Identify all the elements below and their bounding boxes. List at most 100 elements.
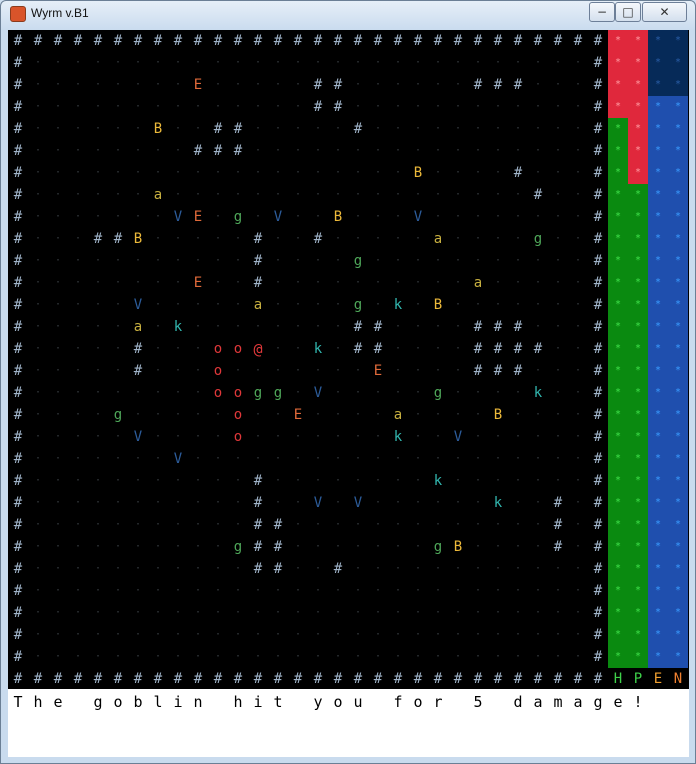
- floor-tile: ·: [554, 321, 562, 332]
- wall: #: [433, 671, 443, 687]
- floor-tile: ·: [294, 101, 302, 112]
- floor-tile: ·: [394, 629, 402, 640]
- floor-tile: ·: [434, 255, 442, 266]
- floor-tile: ·: [214, 233, 222, 244]
- floor-tile: ·: [274, 123, 282, 134]
- floor-tile: ·: [54, 189, 62, 200]
- snake-segment: o: [233, 385, 243, 401]
- message-char: b: [133, 693, 143, 711]
- floor-tile: ·: [574, 651, 582, 662]
- stat-bar-H-cell: *: [608, 338, 628, 360]
- wall: #: [593, 671, 603, 687]
- floor-tile: ·: [554, 585, 562, 596]
- floor-tile: ·: [514, 277, 522, 288]
- floor-tile: ·: [534, 409, 542, 420]
- stat-bar-H-cell: *: [608, 448, 628, 470]
- floor-tile: ·: [134, 651, 142, 662]
- floor-tile: ·: [154, 519, 162, 530]
- wall: #: [333, 33, 343, 49]
- floor-tile: ·: [74, 431, 82, 442]
- wall: #: [273, 539, 283, 555]
- floor-tile: ·: [574, 211, 582, 222]
- floor-tile: ·: [194, 453, 202, 464]
- floor-tile: ·: [454, 211, 462, 222]
- stat-bar-E-cell: *: [648, 272, 668, 294]
- floor-tile: ·: [34, 585, 42, 596]
- title-bar[interactable]: Wyrm v.B1 − □ ✕: [1, 1, 695, 27]
- floor-tile: ·: [474, 475, 482, 486]
- wall: #: [93, 33, 103, 49]
- floor-tile: ·: [234, 519, 242, 530]
- floor-tile: ·: [534, 585, 542, 596]
- floor-tile: ·: [514, 519, 522, 530]
- stat-bar-N-cell: *: [668, 294, 688, 316]
- floor-tile: ·: [214, 541, 222, 552]
- floor-tile: ·: [534, 211, 542, 222]
- floor-tile: ·: [554, 101, 562, 112]
- stat-bar-N-cell: *: [668, 514, 688, 536]
- game-viewport[interactable]: # # # # # # # # # # # # # # # # # # # # # # # # # # # # # # # · · · · · · · · ·…: [8, 30, 689, 689]
- stat-bar-E-cell: *: [648, 250, 668, 272]
- floor-tile: ·: [434, 189, 442, 200]
- monster-B: B: [333, 209, 343, 225]
- floor-tile: ·: [294, 519, 302, 530]
- floor-tile: ·: [474, 409, 482, 420]
- floor-tile: ·: [514, 585, 522, 596]
- stat-bar-H-cell: *: [608, 96, 628, 118]
- floor-tile: ·: [214, 629, 222, 640]
- floor-tile: ·: [194, 299, 202, 310]
- floor-tile: ·: [534, 255, 542, 266]
- wall: #: [333, 671, 343, 687]
- floor-tile: ·: [234, 365, 242, 376]
- floor-tile: ·: [154, 255, 162, 266]
- java-app-icon: [10, 6, 26, 22]
- message-char: [368, 691, 388, 713]
- floor-tile: ·: [394, 607, 402, 618]
- message-char: m: [553, 693, 563, 711]
- wall: #: [553, 517, 563, 533]
- stat-bar-H-cell: *: [608, 426, 628, 448]
- floor-tile: ·: [354, 57, 362, 68]
- wall: #: [333, 561, 343, 577]
- floor-tile: ·: [414, 321, 422, 332]
- floor-tile: ·: [334, 145, 342, 156]
- floor-tile: ·: [294, 651, 302, 662]
- floor-tile: ·: [574, 541, 582, 552]
- floor-tile: ·: [114, 475, 122, 486]
- minimize-button[interactable]: −: [589, 2, 615, 22]
- stat-bar-H-cell: *: [608, 558, 628, 580]
- floor-tile: ·: [214, 101, 222, 112]
- floor-tile: ·: [74, 79, 82, 90]
- snake-segment: o: [233, 341, 243, 357]
- stat-bar-E-cell: *: [648, 624, 668, 646]
- floor-tile: ·: [134, 145, 142, 156]
- floor-tile: ·: [434, 519, 442, 530]
- floor-tile: ·: [274, 167, 282, 178]
- floor-tile: ·: [374, 255, 382, 266]
- floor-tile: ·: [74, 585, 82, 596]
- stat-bar-N-cell: *: [668, 602, 688, 624]
- floor-tile: ·: [274, 277, 282, 288]
- floor-tile: ·: [414, 57, 422, 68]
- floor-tile: ·: [34, 101, 42, 112]
- wall: #: [13, 451, 23, 467]
- monster-V: V: [273, 209, 283, 225]
- wall: #: [393, 33, 403, 49]
- wall: #: [353, 121, 363, 137]
- floor-tile: ·: [454, 365, 462, 376]
- floor-tile: ·: [314, 365, 322, 376]
- wall: #: [593, 341, 603, 357]
- floor-tile: ·: [494, 167, 502, 178]
- stat-bar-P-cell: *: [628, 96, 648, 118]
- floor-tile: ·: [254, 629, 262, 640]
- monster-g: g: [533, 231, 543, 247]
- floor-tile: ·: [294, 145, 302, 156]
- floor-tile: ·: [394, 145, 402, 156]
- wall: #: [553, 671, 563, 687]
- floor-tile: ·: [454, 651, 462, 662]
- maximize-button[interactable]: □: [615, 2, 641, 22]
- floor-tile: ·: [354, 475, 362, 486]
- close-button[interactable]: ✕: [642, 2, 687, 22]
- app-window: Wyrm v.B1 − □ ✕ # # # # # # # # # # # # # # # # # # # # # # # #…: [0, 0, 696, 764]
- floor-tile: ·: [214, 497, 222, 508]
